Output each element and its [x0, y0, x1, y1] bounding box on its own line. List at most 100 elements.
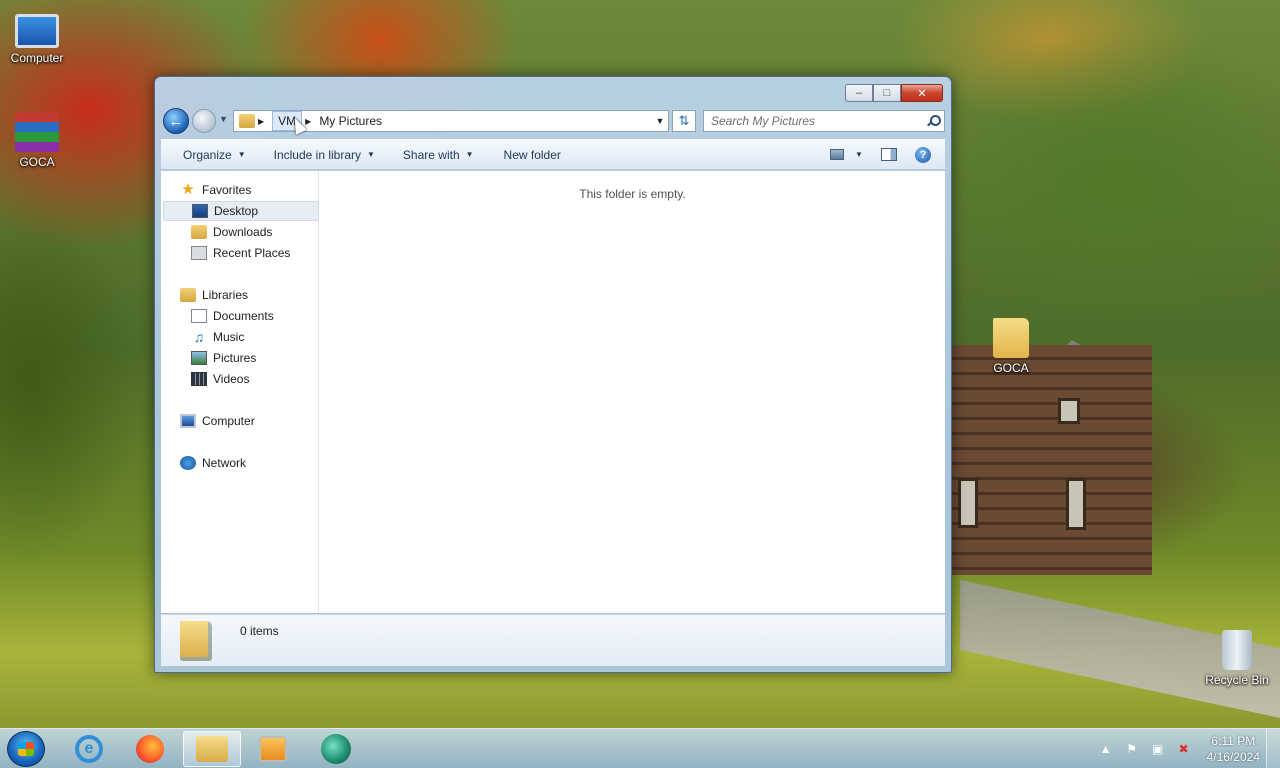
nav-label: Favorites — [202, 183, 252, 197]
libraries-icon — [180, 288, 196, 302]
share-with-label: Share with — [402, 147, 460, 162]
start-button[interactable] — [7, 731, 45, 767]
new-folder-button[interactable]: New folder — [494, 140, 571, 169]
folder-icon — [993, 318, 1029, 358]
address-history-dropdown[interactable]: ▼ — [652, 116, 668, 126]
action-center-flag-icon[interactable]: ⚑ — [1124, 742, 1140, 756]
nav-favorites[interactable]: ★ Favorites — [161, 180, 317, 200]
videos-icon — [191, 372, 207, 386]
desktop-icon-goca-archive[interactable]: GOCA — [0, 112, 74, 169]
search-box[interactable]: Search My Pictures — [703, 110, 945, 132]
breadcrumb-label: My Pictures — [319, 114, 382, 128]
views-icon — [830, 149, 844, 160]
taskbar-windows-explorer[interactable] — [183, 731, 241, 767]
nav-label: Downloads — [213, 225, 273, 239]
view-controls: ▼ ? — [823, 140, 945, 169]
view-options-dropdown[interactable]: ▼ — [851, 143, 867, 167]
include-in-library-label: Include in library — [273, 147, 361, 162]
wallpaper-cabin-window — [1066, 478, 1086, 530]
show-desktop-button[interactable] — [1266, 729, 1280, 768]
nav-label: Recent Places — [213, 246, 291, 260]
windows-explorer-icon — [196, 736, 228, 762]
nav-label: Pictures — [213, 351, 257, 365]
nav-documents[interactable]: Documents — [161, 306, 317, 326]
nav-network[interactable]: Network — [161, 453, 317, 473]
pictures-icon — [191, 351, 207, 365]
caret-down-icon: ▼ — [465, 150, 474, 159]
taskbar-internet-explorer[interactable]: e — [60, 731, 118, 767]
desktop-icon — [192, 204, 208, 218]
window-controls: – □ ✕ — [845, 84, 943, 102]
folder-icon — [180, 621, 212, 661]
new-folder-label: New folder — [503, 147, 561, 162]
clock-time: 6:11 PM — [1211, 734, 1256, 748]
star-icon: ★ — [181, 181, 195, 198]
desktop-icon-recycle-bin[interactable]: Recycle Bin — [1200, 630, 1274, 687]
folder-icon — [239, 114, 255, 128]
explorer-window: – □ ✕ ← ▼ ▶ VM ▶ My Pictures ▼ ⇅ Search … — [154, 76, 952, 673]
close-button[interactable]: ✕ — [901, 84, 943, 102]
command-bar: Organize ▼ Include in library ▼ Share with… — [161, 139, 945, 170]
organize-label: Organize — [183, 147, 232, 162]
system-tray: ▲ ⚑ ▣ ✖ 6:11 PM 4/16/2024 — [1093, 729, 1260, 768]
wallpaper-cabin — [952, 345, 1152, 575]
desktop-icon-label: Computer — [10, 51, 64, 65]
clock-date: 4/16/2024 — [1206, 750, 1260, 764]
organize-button[interactable]: Organize ▼ — [173, 140, 256, 169]
refresh-button[interactable]: ⇅ — [672, 110, 696, 132]
nav-label: Network — [202, 456, 247, 470]
empty-folder-message: This folder is empty. — [579, 187, 686, 201]
address-root-icon[interactable]: ▶ — [234, 111, 272, 131]
nav-label: Music — [213, 330, 245, 344]
nav-desktop[interactable]: Desktop — [163, 201, 319, 221]
search-icon[interactable] — [927, 115, 941, 127]
clock[interactable]: 6:11 PM 4/16/2024 — [1207, 733, 1260, 765]
desktop-icon-computer[interactable]: Computer — [0, 8, 74, 65]
nav-music[interactable]: ♫ Music — [161, 327, 317, 347]
desktop-icon-label: GOCA — [993, 361, 1029, 375]
nav-recent-places[interactable]: Recent Places — [161, 243, 317, 263]
details-pane: 0 items — [161, 614, 945, 666]
include-in-library-button[interactable]: Include in library ▼ — [264, 140, 385, 169]
green-app-icon — [321, 734, 351, 764]
taskbar-green-app[interactable] — [307, 731, 365, 767]
network-icon — [180, 456, 196, 470]
nav-label: Documents — [213, 309, 274, 323]
network-status-icon[interactable]: ▣ — [1150, 742, 1166, 756]
nav-libraries[interactable]: Libraries — [161, 285, 317, 305]
preview-pane-button[interactable] — [875, 143, 903, 167]
forward-button[interactable] — [192, 109, 216, 133]
firefox-icon — [136, 735, 164, 763]
documents-icon — [191, 309, 207, 323]
nav-label: Desktop — [214, 204, 259, 218]
nav-computer[interactable]: Computer — [161, 411, 317, 431]
nav-pictures[interactable]: Pictures — [161, 348, 317, 368]
help-icon: ? — [915, 146, 931, 163]
taskbar-firefox[interactable] — [121, 731, 179, 767]
maximize-button[interactable]: □ — [873, 84, 901, 102]
recent-places-icon — [191, 246, 207, 260]
help-button[interactable]: ? — [909, 143, 937, 167]
desktop-icon-label: GOCA — [19, 155, 55, 169]
wallpaper-cabin-window — [958, 478, 978, 528]
taskbar-media-player[interactable] — [244, 731, 302, 767]
nav-videos[interactable]: Videos — [161, 369, 317, 389]
caret-down-icon: ▼ — [367, 150, 375, 159]
share-with-button[interactable]: Share with ▼ — [393, 140, 484, 169]
show-hidden-icons-icon[interactable]: ▲ — [1098, 742, 1114, 756]
navigation-bar: ← ▼ ▶ VM ▶ My Pictures ▼ ⇅ Search My Pic… — [163, 108, 945, 135]
downloads-icon — [191, 225, 207, 239]
recent-pages-dropdown[interactable]: ▼ — [219, 114, 229, 126]
minimize-button[interactable]: – — [845, 84, 873, 102]
desktop-icon-goca-folder[interactable]: GOCA — [974, 318, 1048, 375]
nav-downloads[interactable]: Downloads — [161, 222, 317, 242]
window-content: ★ Favorites Desktop Downloads Recent Pla… — [161, 171, 945, 613]
caret-down-icon: ▼ — [237, 150, 246, 159]
breadcrumb-my-pictures[interactable]: My Pictures — [314, 111, 387, 131]
file-list-pane[interactable]: This folder is empty. — [320, 171, 945, 613]
chevron-right-icon[interactable]: ▶ — [255, 117, 267, 126]
volume-muted-icon[interactable]: ✖ — [1176, 742, 1192, 756]
change-view-button[interactable] — [823, 143, 851, 167]
computer-icon — [180, 414, 196, 428]
back-button[interactable]: ← — [163, 108, 189, 134]
